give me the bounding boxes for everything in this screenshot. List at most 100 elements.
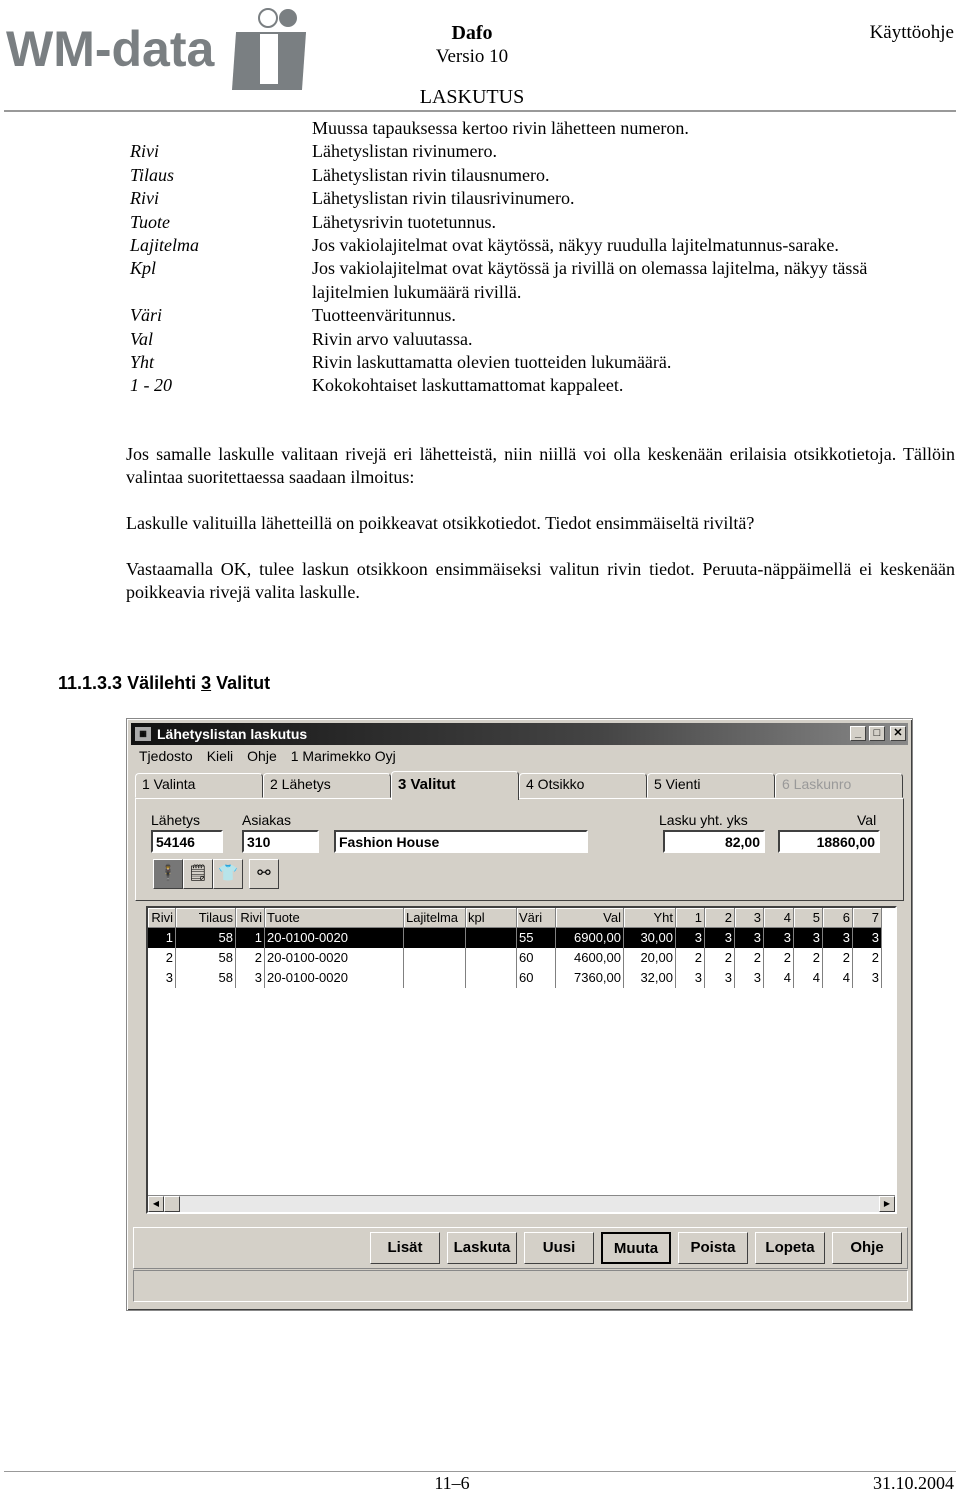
close-button[interactable]: ✕ — [890, 726, 906, 741]
definition-term: Val — [130, 328, 154, 349]
grid-cell: 4 — [764, 968, 794, 988]
menu-tiedosto[interactable]: Tjedosto — [139, 748, 193, 764]
definition-desc: Jos vakiolajitelmat ovat käytössä ja riv… — [312, 258, 868, 302]
column-header[interactable]: Rivi — [148, 908, 176, 928]
uusi-button[interactable]: Uusi — [524, 1232, 594, 1264]
grid-cell: 4 — [823, 968, 853, 988]
customer-name-field[interactable]: Fashion House — [334, 830, 588, 853]
note-icon[interactable]: 🗒 — [183, 859, 213, 889]
grid-cell: 2 — [676, 948, 705, 968]
column-header[interactable]: 2 — [705, 908, 735, 928]
grid-cell: 2 — [236, 948, 265, 968]
column-header[interactable]: 4 — [764, 908, 794, 928]
paragraph: Jos samalle laskulle valitaan rivejä eri… — [126, 444, 955, 488]
garment-icon[interactable]: 👕 — [213, 859, 243, 889]
column-header[interactable]: Rivi — [236, 908, 265, 928]
section-heading: 11.1.3.3 Välilehti 3 Valitut — [58, 673, 270, 694]
definition-term: Väri — [130, 305, 163, 326]
grid-cell: 3 — [735, 968, 764, 988]
definition-term: Lajitelma — [130, 235, 200, 256]
minimize-button[interactable]: _ — [850, 726, 866, 741]
definition-row: Tuote Lähetysrivin tuotetunnus. — [130, 211, 930, 234]
poista-button[interactable]: Poista — [678, 1232, 748, 1264]
definition-term: 1 - 20 — [130, 375, 172, 396]
column-header[interactable]: 5 — [794, 908, 823, 928]
column-header[interactable]: 6 — [823, 908, 853, 928]
menu-kieli[interactable]: Kieli — [207, 748, 233, 764]
grid-cell: 3 — [853, 928, 882, 948]
lopeta-button[interactable]: Lopeta — [755, 1232, 825, 1264]
column-header[interactable]: 7 — [853, 908, 882, 928]
definition-term: Tuote — [130, 211, 171, 232]
grid-cell: 20-0100-0020 — [265, 948, 404, 968]
grid-cell — [466, 928, 517, 948]
table-row[interactable]: 1 58 1 20-0100-0020 55 6900,00 30,00 3 3 3 3 3 3 3 — [148, 928, 882, 948]
menu-company[interactable]: 1 Marimekko Oyj — [291, 748, 396, 764]
scroll-right-button[interactable]: ▶ — [879, 1196, 895, 1212]
lasku-label: Lasku yht. yks — [659, 812, 748, 828]
laskuta-button[interactable]: Laskuta — [447, 1232, 517, 1264]
footer-date: 31.10.2004 — [873, 1473, 954, 1493]
tab-laskunro: 6 Laskunro — [775, 773, 903, 798]
column-header[interactable]: Lajitelma — [404, 908, 466, 928]
footer-divider — [4, 1471, 956, 1472]
val-field[interactable]: 18860,00 — [778, 830, 880, 853]
definition-row: Rivi Lähetyslistan rivinumero. — [130, 140, 930, 163]
definition-desc: Lähetysrivin tuotetunnus. — [312, 211, 496, 232]
tab-otsikko[interactable]: 4 Otsikko — [519, 773, 647, 798]
definition-desc: Rivin laskuttamatta olevien tuotteiden l… — [312, 352, 672, 373]
grid-cell — [404, 928, 466, 948]
scroll-thumb[interactable] — [164, 1196, 180, 1212]
grid-cell: 3 — [676, 968, 705, 988]
definition-desc: Lähetyslistan rivinumero. — [312, 141, 497, 162]
grid-cell: 3 — [823, 928, 853, 948]
definition-desc: Tuotteenväritunnus. — [312, 305, 456, 326]
grid-cell: 58 — [176, 968, 236, 988]
definition-desc: Rivin arvo valuutassa. — [312, 328, 473, 349]
column-header[interactable]: Tuote — [265, 908, 404, 928]
maximize-button[interactable]: □ — [869, 726, 885, 741]
lasku-field[interactable]: 82,00 — [663, 830, 765, 853]
column-header[interactable]: Tilaus — [176, 908, 236, 928]
definition-row: Tilaus Lähetyslistan rivin tilausnumero. — [130, 164, 930, 187]
binoculars-icon[interactable]: ⚯ — [249, 859, 279, 889]
column-header[interactable]: Val — [556, 908, 624, 928]
ohje-button[interactable]: Ohje — [832, 1232, 902, 1264]
lahetys-field[interactable]: 54146 — [151, 830, 223, 853]
definition-row: Rivi Lähetyslistan rivin tilausrivinumero… — [130, 187, 930, 210]
grid-cell: 1 — [236, 928, 265, 948]
heading-key: 3 — [201, 673, 212, 693]
tab-lahetys[interactable]: 2 Lähetys — [263, 773, 391, 798]
asiakas-field[interactable]: 310 — [242, 830, 319, 853]
column-header[interactable]: 3 — [735, 908, 764, 928]
column-header[interactable]: Yht — [624, 908, 676, 928]
definition-row: Lajitelma Jos vakiolajitelmat ovat käytös… — [130, 234, 930, 257]
muuta-button[interactable]: Muuta — [601, 1232, 671, 1264]
tab-vienti[interactable]: 5 Vienti — [647, 773, 775, 798]
grid-cell: 20-0100-0020 — [265, 928, 404, 948]
definition-term: Yht — [130, 352, 155, 373]
tab-valitut[interactable]: 3 Valitut — [391, 771, 519, 800]
person-icon[interactable]: 🕴 — [153, 859, 183, 889]
definition-row: Val Rivin arvo valuutassa. — [130, 328, 930, 351]
table-row[interactable]: 2 58 2 20-0100-0020 60 4600,00 20,00 2 2 2 2 2 2 2 — [148, 948, 882, 968]
grid-cell: 32,00 — [624, 968, 676, 988]
tab-valinta[interactable]: 1 Valinta — [135, 773, 263, 798]
grid-cell: 2 — [823, 948, 853, 968]
scroll-left-button[interactable]: ◀ — [148, 1196, 164, 1212]
definition-list: Muussa tapauksessa kertoo rivin lähettee… — [130, 117, 930, 398]
grid-cell: 3 — [236, 968, 265, 988]
lahetys-label: Lähetys — [151, 812, 201, 828]
column-header[interactable]: 1 — [676, 908, 705, 928]
lisat-button[interactable]: Lisät — [370, 1232, 440, 1264]
header-divider — [4, 110, 956, 112]
column-header[interactable]: kpl — [466, 908, 517, 928]
window-title: Lähetyslistan laskutus — [157, 726, 308, 742]
column-header[interactable]: Väri — [517, 908, 556, 928]
definition-desc: Jos vakiolajitelmat ovat käytössä, näkyy… — [312, 235, 839, 256]
menu-ohje[interactable]: Ohje — [247, 748, 277, 764]
definition-term: Tilaus — [130, 164, 175, 185]
section-title: LASKUTUS — [419, 86, 525, 108]
horizontal-scrollbar[interactable]: ◀ ▶ — [148, 1195, 895, 1212]
table-row[interactable]: 3 58 3 20-0100-0020 60 7360,00 32,00 3 3 3 4 4 4 3 — [148, 968, 882, 988]
